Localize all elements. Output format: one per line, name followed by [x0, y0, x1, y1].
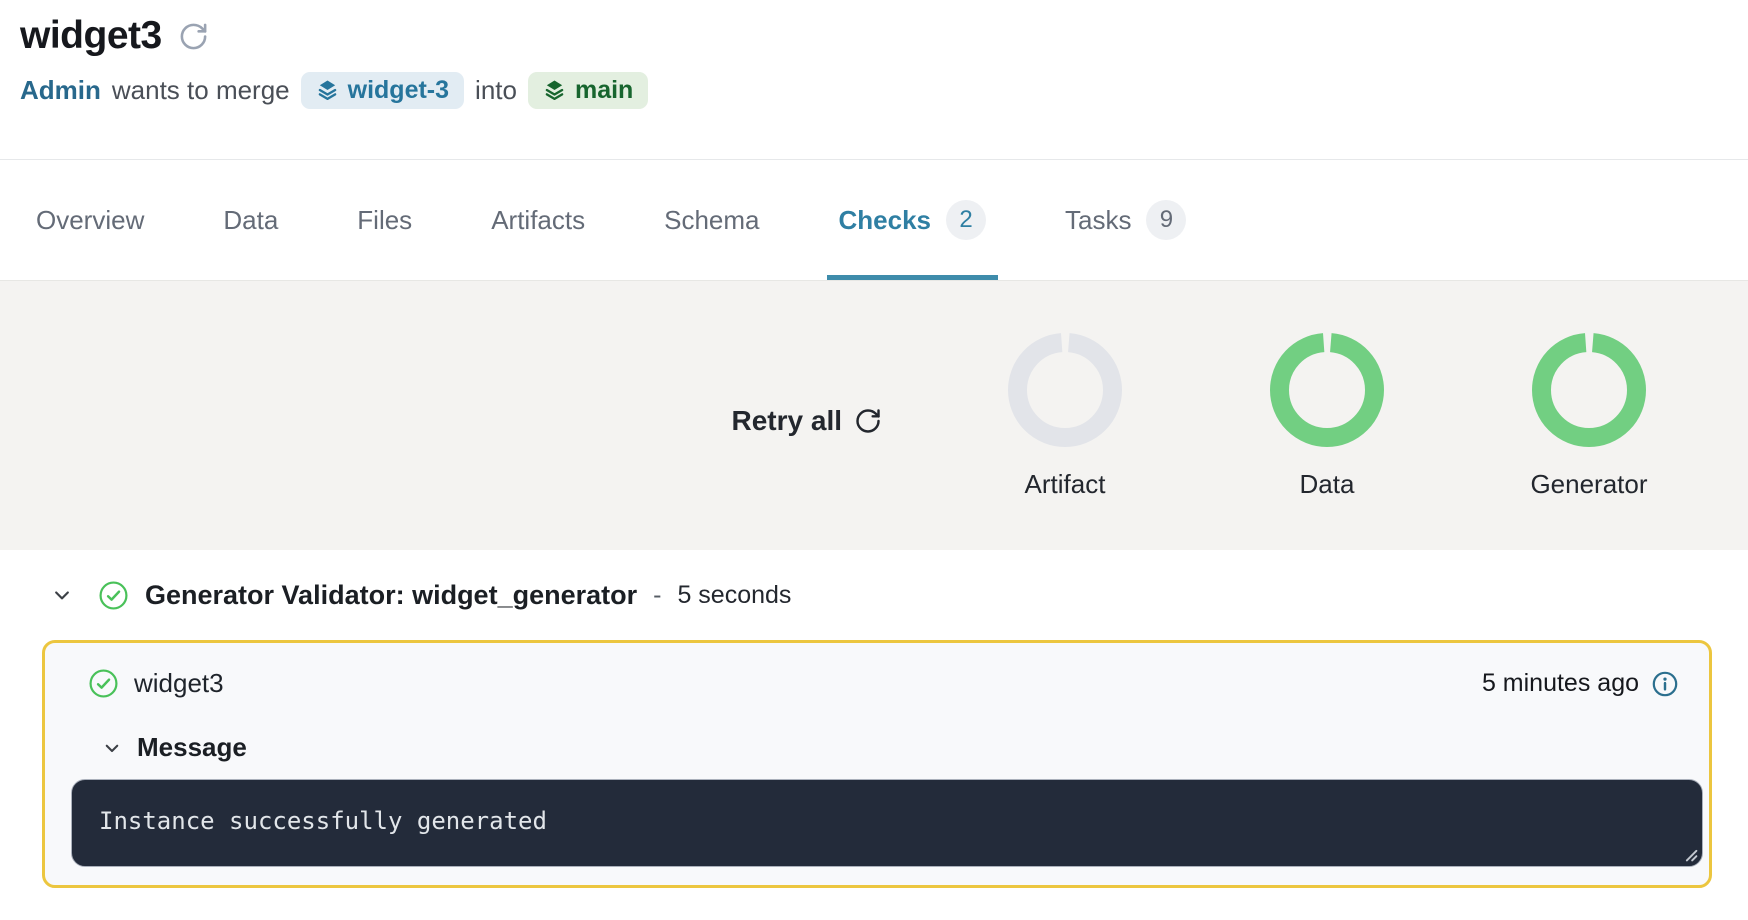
message-section-label: Message — [137, 732, 247, 763]
tab-label: Files — [357, 205, 412, 236]
checks-count-badge: 2 — [946, 200, 986, 240]
donut-label: Data — [1300, 469, 1355, 500]
tab-checks[interactable]: Checks 2 — [839, 160, 987, 280]
tab-overview[interactable]: Overview — [36, 160, 144, 280]
generator-status-ring — [1542, 343, 1637, 438]
target-branch-label: main — [575, 76, 633, 105]
tab-label: Data — [223, 205, 278, 236]
tab-bar: Overview Data Files Artifacts Schema Che… — [0, 160, 1748, 280]
retry-all-label: Retry all — [732, 405, 843, 437]
tab-label: Artifacts — [491, 205, 585, 236]
check-result-card: widget3 5 minutes ago Message Instance s… — [42, 640, 1712, 888]
branch-layers-icon — [543, 79, 566, 102]
donut-label: Artifact — [1025, 469, 1106, 500]
chevron-down-icon[interactable] — [52, 585, 72, 605]
check-title: Generator Validator: widget_generator — [145, 580, 637, 611]
check-circle-icon — [98, 580, 129, 611]
check-separator: - — [653, 581, 661, 610]
source-branch-label: widget-3 — [348, 76, 449, 105]
tab-label: Overview — [36, 205, 144, 236]
check-donut-data[interactable]: Data — [1196, 333, 1458, 500]
tab-label: Schema — [664, 205, 759, 236]
merge-request-header: widget3 Admin wants to merge widget-3 in… — [0, 0, 1748, 160]
check-circle-icon — [88, 668, 119, 699]
check-donut-generator[interactable]: Generator — [1458, 333, 1720, 500]
data-status-ring — [1280, 343, 1375, 438]
check-instance-name: widget3 — [134, 668, 224, 699]
tasks-count-badge: 9 — [1146, 200, 1186, 240]
source-branch-badge[interactable]: widget-3 — [301, 72, 464, 109]
page-title: widget3 — [20, 14, 162, 58]
tab-label: Checks — [839, 205, 932, 236]
tab-files[interactable]: Files — [357, 160, 412, 280]
branch-layers-icon — [316, 79, 339, 102]
checks-summary-panel: Retry all Artifact Data Generator — [0, 280, 1748, 550]
retry-all-button[interactable]: Retry all — [732, 405, 883, 437]
timestamp: 5 minutes ago — [1482, 669, 1639, 698]
chevron-down-icon[interactable] — [103, 739, 121, 757]
tab-schema[interactable]: Schema — [664, 160, 759, 280]
tab-data[interactable]: Data — [223, 160, 278, 280]
tab-label: Tasks — [1065, 205, 1131, 236]
check-duration: 5 seconds — [677, 581, 791, 610]
message-output-textarea[interactable]: Instance successfully generated — [71, 779, 1703, 867]
into-text: into — [475, 75, 517, 106]
info-icon[interactable] — [1651, 670, 1679, 698]
refresh-icon[interactable] — [178, 21, 209, 52]
retry-icon — [854, 407, 882, 435]
merge-action-text: wants to merge — [112, 75, 290, 106]
check-donut-artifact[interactable]: Artifact — [934, 333, 1196, 500]
target-branch-badge[interactable]: main — [528, 72, 648, 109]
check-group-header: Generator Validator: widget_generator - … — [0, 550, 1748, 640]
artifact-status-ring — [1018, 343, 1113, 438]
donut-label: Generator — [1530, 469, 1647, 500]
author-name: Admin — [20, 75, 101, 106]
resize-handle-icon[interactable] — [1681, 845, 1698, 862]
tab-tasks[interactable]: Tasks 9 — [1065, 160, 1186, 280]
tab-artifacts[interactable]: Artifacts — [491, 160, 585, 280]
